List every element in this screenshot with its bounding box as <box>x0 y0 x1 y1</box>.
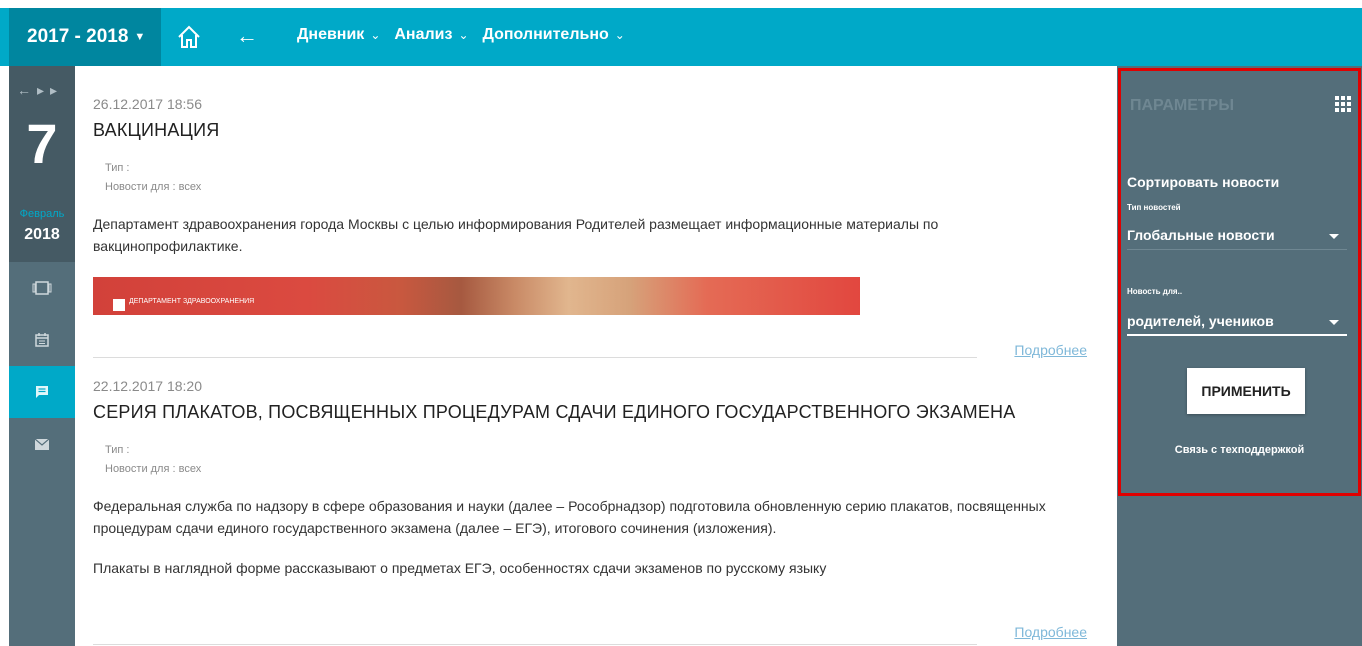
rail-item-mail[interactable] <box>9 418 75 470</box>
menu-additional-label: Дополнительно <box>482 26 609 43</box>
news-meta: Тип : Новости для : всех <box>105 441 1093 479</box>
news-meta: Тип : Новости для : всех <box>105 159 1093 197</box>
news-for-select[interactable]: родителей, учеников <box>1127 308 1347 336</box>
news-datetime: 26.12.2017 18:56 <box>93 96 202 112</box>
current-year: 2018 <box>24 226 60 243</box>
divider <box>93 644 977 645</box>
rail-item-news[interactable] <box>9 366 75 418</box>
department-logo-icon <box>113 299 125 311</box>
prev-arrow-icon[interactable]: ← <box>17 82 37 98</box>
chevron-down-icon: ⌄ <box>370 28 381 42</box>
news-image: ДЕПАРТАМЕНТ ЗДРАВООХРАНЕНИЯ <box>93 277 860 315</box>
news-for-row: Новости для : всех <box>105 460 1093 479</box>
chevron-down-icon: ⌄ <box>458 28 469 42</box>
menu-diary-label: Дневник <box>297 26 365 43</box>
news-for-label: Новости для : <box>105 463 176 475</box>
current-month: Февраль <box>19 208 65 220</box>
news-body: Департамент здравоохранения города Москв… <box>93 216 939 254</box>
news-body: Федеральная служба по надзору в сфере об… <box>93 498 1046 536</box>
panel-title: ПАРАМЕТРЫ <box>1130 97 1234 114</box>
news-type-value: Глобальные новости <box>1127 227 1275 243</box>
news-type-select[interactable]: Глобальные новости <box>1127 222 1347 250</box>
dropdown-arrow-icon <box>1329 320 1339 325</box>
sort-news-title: Сортировать новости <box>1127 174 1280 190</box>
top-bar: 2017 - 2018 ▼ ← Дневник ⌄ Анализ ⌄ Допол… <box>0 0 1362 66</box>
grid-menu-icon[interactable] <box>1335 96 1351 112</box>
school-year-selector[interactable]: 2017 - 2018 ▼ <box>9 8 161 66</box>
caret-down-icon: ▼ <box>134 31 146 43</box>
divider <box>93 357 977 358</box>
frame-top <box>0 0 1362 8</box>
news-body-continued: Плакаты в наглядной форме рассказывают о… <box>93 560 827 576</box>
more-link[interactable]: Подробнее <box>1014 342 1087 358</box>
more-link[interactable]: Подробнее <box>1014 624 1087 640</box>
highlight-frame <box>1118 68 1361 496</box>
menu-analysis-label: Анализ <box>394 26 453 43</box>
news-feed: 26.12.2017 18:56 ВАКЦИНАЦИЯ Тип : Новост… <box>75 66 1117 646</box>
date-nav-arrows[interactable]: ←▸▸ <box>17 82 63 99</box>
news-for-label: Новость для.. <box>1127 287 1183 296</box>
support-link[interactable]: Связь с техподдержкой <box>1117 444 1362 456</box>
news-item: 26.12.2017 18:56 ВАКЦИНАЦИЯ Тип : Новост… <box>93 96 1093 315</box>
news-type-label: Тип новостей <box>1127 203 1181 212</box>
news-title[interactable]: СЕРИЯ ПЛАКАТОВ, ПОСВЯЩЕННЫХ ПРОЦЕДУРАМ С… <box>93 402 1093 423</box>
tablet-icon <box>32 281 52 295</box>
news-icon <box>36 386 48 398</box>
calendar-icon <box>35 333 49 347</box>
news-image-logo-text: ДЕПАРТАМЕНТ ЗДРАВООХРАНЕНИЯ <box>129 298 255 305</box>
news-item: 22.12.2017 18:20 СЕРИЯ ПЛАКАТОВ, ПОСВЯЩЕ… <box>93 378 1093 579</box>
news-for-value: родителей, учеников <box>1127 313 1274 329</box>
news-for-value: всех <box>178 463 202 475</box>
date-block: ←▸▸ 7 Февраль 2018 <box>9 66 75 262</box>
menu-additional[interactable]: Дополнительно ⌄ <box>483 26 625 44</box>
apply-button[interactable]: ПРИМЕНИТЬ <box>1187 368 1305 414</box>
rail-item-tablet[interactable] <box>9 262 75 314</box>
parameters-panel: ПАРАМЕТРЫ Сортировать новости Тип новост… <box>1117 66 1362 646</box>
chevron-down-icon: ⌄ <box>614 28 625 42</box>
news-for-row: Новости для : всех <box>105 178 1093 197</box>
menu-analysis[interactable]: Анализ ⌄ <box>394 26 468 44</box>
frame-left <box>0 0 9 646</box>
back-arrow-icon[interactable]: ← <box>236 23 258 49</box>
menu-diary[interactable]: Дневник ⌄ <box>297 26 380 44</box>
main-menu: Дневник ⌄ Анализ ⌄ Дополнительно ⌄ <box>297 26 639 44</box>
mail-icon <box>35 438 49 450</box>
news-datetime: 22.12.2017 18:20 <box>93 378 202 394</box>
left-rail: ←▸▸ 7 Февраль 2018 <box>9 66 75 646</box>
dropdown-arrow-icon <box>1329 234 1339 239</box>
school-year-label: 2017 - 2018 <box>27 26 129 47</box>
next-arrow-icon[interactable]: ▸▸ <box>37 82 63 98</box>
content-fade <box>75 616 1117 646</box>
news-type-label: Тип : <box>105 162 130 174</box>
news-for-value: всех <box>178 181 202 193</box>
rail-item-calendar[interactable] <box>9 314 75 366</box>
home-icon[interactable] <box>176 24 202 50</box>
current-day: 7 <box>26 112 58 175</box>
news-for-label: Новости для : <box>105 181 176 193</box>
news-type-label: Тип : <box>105 444 130 456</box>
news-title[interactable]: ВАКЦИНАЦИЯ <box>93 120 1093 141</box>
